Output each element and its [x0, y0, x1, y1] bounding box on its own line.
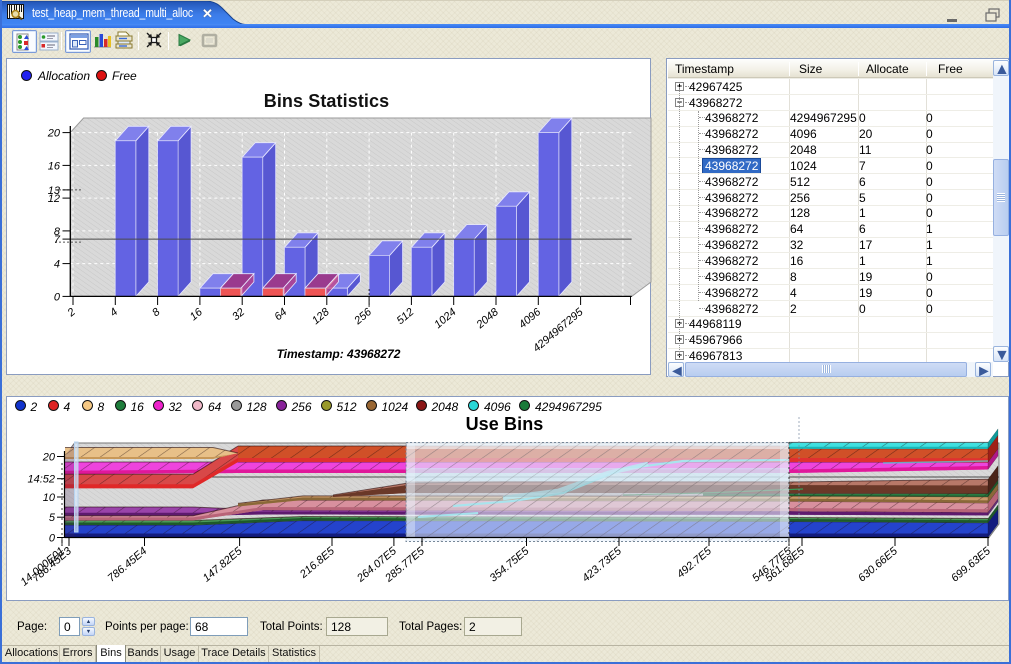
svg-text:4: 4: [108, 306, 120, 319]
svg-text:5: 5: [49, 512, 56, 524]
svg-text:4: 4: [54, 259, 60, 271]
svg-text:1024: 1024: [432, 306, 458, 331]
svg-text:64: 64: [272, 306, 289, 323]
svg-text:786.45E4: 786.45E4: [106, 545, 150, 584]
svg-text:423.73E5: 423.73E5: [580, 545, 624, 585]
svg-text:492.7E5: 492.7E5: [675, 545, 715, 581]
svg-text:8: 8: [150, 306, 163, 320]
svg-text:2: 2: [65, 306, 78, 320]
svg-text:128: 128: [310, 306, 332, 328]
svg-text:216.8E5: 216.8E5: [297, 545, 338, 582]
svg-text:7: 7: [54, 234, 61, 246]
svg-text:20: 20: [47, 128, 61, 140]
svg-text:10: 10: [43, 492, 56, 504]
svg-text:16: 16: [188, 306, 206, 324]
svg-text:32: 32: [230, 306, 247, 323]
svg-text:0: 0: [49, 533, 56, 545]
svg-text:147.82E5: 147.82E5: [201, 545, 245, 585]
svg-text:2048: 2048: [474, 306, 502, 332]
svg-text:12: 12: [48, 193, 60, 205]
svg-text:256: 256: [351, 306, 374, 328]
svg-text:512: 512: [395, 306, 417, 327]
svg-text:14:52: 14:52: [27, 474, 55, 486]
svg-text:0: 0: [54, 291, 61, 303]
svg-text:20: 20: [42, 452, 56, 464]
svg-text:630.66E5: 630.66E5: [856, 545, 900, 585]
svg-text:699.63E5: 699.63E5: [949, 545, 993, 585]
svg-text:354.75E5: 354.75E5: [488, 545, 532, 585]
svg-text:4096: 4096: [517, 306, 544, 331]
svg-text:16: 16: [48, 160, 61, 172]
